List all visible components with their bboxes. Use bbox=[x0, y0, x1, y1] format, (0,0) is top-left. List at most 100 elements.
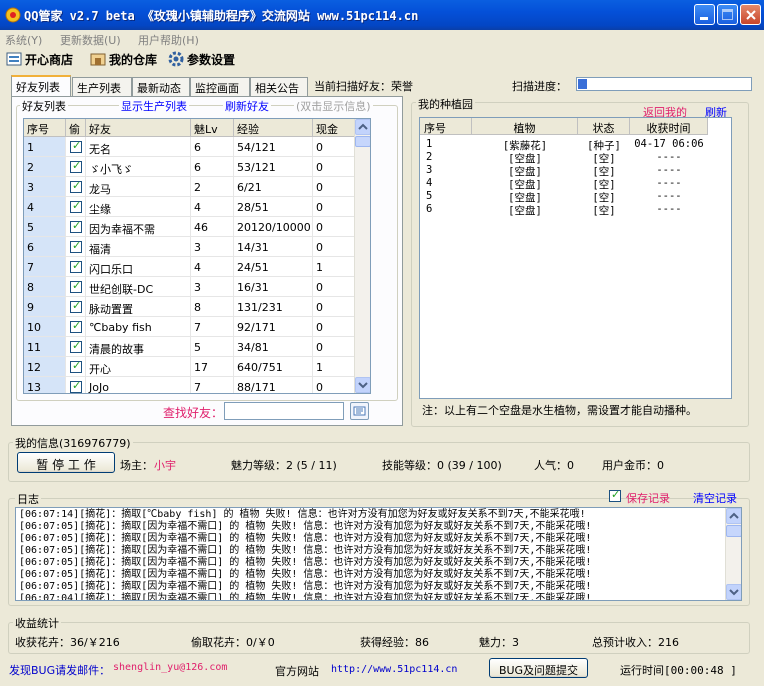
plant-row[interactable]: 2 [空盘] [空] ---- bbox=[420, 151, 710, 165]
table-row[interactable]: 6 福清314/310 bbox=[24, 237, 355, 257]
table-row[interactable]: 1 无名654/1210 bbox=[24, 137, 355, 157]
plant-row[interactable]: 4 [空盘] [空] ---- bbox=[420, 177, 710, 191]
cell-index: 10 bbox=[24, 317, 66, 337]
find-friend-input[interactable] bbox=[224, 402, 344, 420]
menu-system[interactable]: 系统(Y) bbox=[5, 32, 42, 48]
log-box[interactable]: [06:07:14][摘花]：摘取[℃baby fish] 的 植物 失败! 信… bbox=[15, 507, 742, 601]
official-site-link[interactable]: http://www.51pc114.cn bbox=[331, 664, 457, 675]
steal-checkbox[interactable] bbox=[70, 379, 82, 393]
plant-row[interactable]: 6 [空盘] [空] ---- bbox=[420, 203, 710, 217]
clear-log-link[interactable]: 清空记录 bbox=[693, 490, 737, 506]
find-friend-button[interactable] bbox=[350, 402, 369, 420]
cell-cash: 0 bbox=[313, 297, 355, 317]
save-log-checkbox[interactable]: ✓ bbox=[609, 488, 621, 502]
save-log-label[interactable]: 保存记录 bbox=[626, 490, 670, 506]
steal-checkbox[interactable] bbox=[70, 139, 82, 153]
table-row[interactable]: 10 ℃baby fish792/1710 bbox=[24, 317, 355, 337]
log-scroll-down-button[interactable] bbox=[726, 584, 741, 600]
log-scroll-up-button[interactable] bbox=[726, 508, 741, 524]
bug-submit-button[interactable]: BUG及问题提交 bbox=[489, 658, 588, 678]
plant-col-plant[interactable]: 植物 bbox=[472, 118, 578, 135]
scroll-thumb[interactable] bbox=[355, 136, 370, 147]
chevron-up-icon bbox=[358, 123, 368, 130]
steal-checkbox[interactable] bbox=[70, 259, 82, 273]
col-header-index[interactable]: 序号 bbox=[24, 119, 66, 137]
table-row[interactable]: 5 因为幸福不需4620120/1000010 bbox=[24, 217, 355, 237]
table-row[interactable]: 4尘缘428/510 bbox=[24, 197, 355, 217]
table-row[interactable]: 3 龙马26/210 bbox=[24, 177, 355, 197]
scroll-up-button[interactable] bbox=[355, 119, 370, 135]
friend-table[interactable]: 序号 偷 好友 魅Lv 经验 现金 1无名654/12102ゞ小飞ゞ653/12… bbox=[23, 118, 371, 394]
warehouse-button[interactable]: 我的仓库 bbox=[90, 51, 157, 68]
table-row[interactable]: 12 开心17640/7511 bbox=[24, 357, 355, 377]
close-button[interactable] bbox=[740, 4, 761, 25]
plant-cell-state: [空] bbox=[592, 205, 616, 217]
chevron-up-icon bbox=[729, 512, 739, 519]
menu-update-data[interactable]: 更新数据(U) bbox=[60, 32, 121, 48]
col-header-charm-lv[interactable]: 魅Lv bbox=[191, 119, 234, 137]
title-bar[interactable]: QQ管家 v2.7 beta 《玫瑰小镇辅助程序》交流网站 www.51pc11… bbox=[0, 0, 764, 30]
dblclick-hint: (双击显示信息) bbox=[294, 98, 373, 114]
plant-cell-time: ---- bbox=[656, 164, 682, 176]
cell-friend: 闪口乐口 bbox=[86, 257, 191, 277]
table-row[interactable]: 11 清晨的故事534/810 bbox=[24, 337, 355, 357]
warehouse-label: 我的仓库 bbox=[109, 53, 158, 67]
cell-index: 3 bbox=[24, 177, 66, 197]
tab-production[interactable]: 生产列表 bbox=[72, 77, 132, 96]
table-row[interactable]: 2 ゞ小飞ゞ653/1210 bbox=[24, 157, 355, 177]
col-header-friend[interactable]: 好友 bbox=[86, 119, 191, 137]
cell-index: 8 bbox=[24, 277, 66, 297]
tab-news[interactable]: 最新动态 bbox=[132, 77, 190, 96]
show-production-link[interactable]: 显示生产列表 bbox=[119, 98, 189, 114]
steal-checkbox[interactable] bbox=[70, 299, 82, 313]
settings-button[interactable]: 参数设置 bbox=[168, 51, 235, 68]
cell-charm-lv: 46 bbox=[191, 217, 234, 237]
steal-checkbox[interactable] bbox=[70, 159, 82, 173]
log-line: [06:07:05][摘花]：摘取[因为幸福不需口] 的 植物 失败! 信息：也… bbox=[19, 533, 592, 544]
log-scroll-thumb[interactable] bbox=[726, 525, 741, 537]
table-row[interactable]: 7 闪口乐口424/511 bbox=[24, 257, 355, 277]
col-header-exp[interactable]: 经验 bbox=[234, 119, 313, 137]
steal-checkbox[interactable] bbox=[70, 279, 82, 293]
plant-col-time[interactable]: 收获时间 bbox=[630, 118, 708, 135]
pause-work-button[interactable]: 暂 停 工 作 bbox=[17, 452, 115, 473]
cell-charm-lv: 3 bbox=[191, 237, 234, 257]
minimize-button[interactable] bbox=[694, 4, 715, 25]
shop-button[interactable]: 开心商店 bbox=[6, 51, 73, 68]
table-row[interactable]: 8 世纪创联-DC316/310 bbox=[24, 277, 355, 297]
cell-exp: 92/171 bbox=[234, 317, 313, 337]
steal-checkbox[interactable] bbox=[70, 339, 82, 353]
table-row[interactable]: 9 脉动置置8131/2310 bbox=[24, 297, 355, 317]
plant-row[interactable]: 5 [空盘] [空] ---- bbox=[420, 190, 710, 204]
cell-friend: 尘缘 bbox=[86, 197, 191, 217]
steal-checkbox[interactable] bbox=[70, 359, 82, 373]
tab-notice[interactable]: 相关公告 bbox=[250, 77, 308, 96]
menu-help[interactable]: 用户帮助(H) bbox=[138, 32, 199, 48]
cell-cash: 0 bbox=[313, 277, 355, 297]
steal-checkbox[interactable] bbox=[70, 199, 82, 213]
steal-checkbox[interactable] bbox=[70, 179, 82, 193]
steal-checkbox[interactable] bbox=[70, 239, 82, 253]
stat-charm: 魅力：3 bbox=[479, 636, 519, 649]
tab-monitor[interactable]: 监控画面 bbox=[190, 77, 250, 96]
scroll-down-button[interactable] bbox=[355, 377, 370, 393]
plant-col-state[interactable]: 状态 bbox=[578, 118, 630, 135]
table-row[interactable]: 13 JoJo788/1710 bbox=[24, 377, 355, 393]
steal-checkbox[interactable] bbox=[70, 319, 82, 333]
stat-exp: 获得经验：86 bbox=[360, 636, 429, 649]
plant-row[interactable]: 3 [空盘] [空] ---- bbox=[420, 164, 710, 178]
plant-row[interactable]: 1 [紫藤花] [种子] 04-17 06:06 bbox=[420, 138, 710, 152]
steal-checkbox[interactable] bbox=[70, 219, 82, 233]
plant-col-index[interactable]: 序号 bbox=[420, 118, 472, 135]
tab-friends[interactable]: 好友列表 bbox=[11, 75, 71, 97]
bug-email[interactable]: shenglin_yu@126.com bbox=[113, 662, 227, 673]
cell-exp: 20120/100001 bbox=[234, 217, 313, 237]
col-header-cash[interactable]: 现金 bbox=[313, 119, 355, 137]
plant-table[interactable]: 序号 植物 状态 收获时间 1 [紫藤花] [种子] 04-17 06:06 2 [空盘]… bbox=[419, 117, 732, 399]
refresh-friends-link[interactable]: 刷新好友 bbox=[223, 98, 271, 114]
col-header-steal[interactable]: 偷 bbox=[66, 119, 86, 137]
friend-table-scrollbar[interactable] bbox=[354, 119, 370, 393]
maximize-button[interactable] bbox=[717, 4, 738, 25]
cell-index: 11 bbox=[24, 337, 66, 357]
log-scrollbar[interactable] bbox=[725, 508, 741, 600]
